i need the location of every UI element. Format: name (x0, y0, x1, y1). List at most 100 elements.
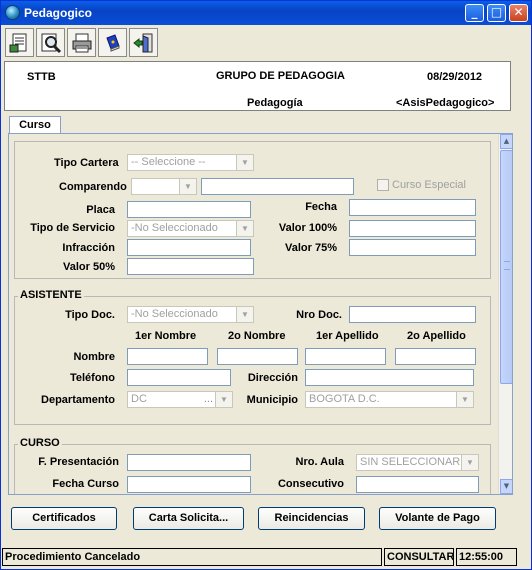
title-bar[interactable]: Pedagogico _ □ ✕ (1, 1, 531, 25)
reincidencias-button[interactable]: Reincidencias (258, 507, 365, 530)
valor-100-input[interactable] (349, 220, 476, 237)
tipo-doc-select[interactable]: -No Seleccionado ▼ (127, 306, 254, 323)
window-title: Pedagogico (24, 6, 93, 20)
nombre-label: Nombre (73, 351, 115, 363)
scroll-down-arrow-icon[interactable]: ▼ (500, 479, 512, 494)
tipo-servicio-value: -No Seleccionado (131, 222, 218, 234)
municipio-value: BOGOTA D.C. (309, 393, 380, 405)
col-header-1er-apellido: 1er Apellido (316, 330, 379, 342)
search-magnifier-icon[interactable] (36, 28, 65, 57)
tipo-doc-value: -No Seleccionado (131, 308, 218, 320)
telefono-input[interactable] (127, 369, 231, 386)
consecutivo-label: Consecutivo (277, 478, 344, 490)
fecha-label: Fecha (305, 201, 337, 213)
comparendo-select[interactable]: ▼ (131, 178, 197, 195)
asistente-group: ASISTENTE Tipo Doc. -No Seleccionado ▼ N… (14, 289, 491, 425)
header-org: STTB (27, 71, 56, 83)
col-header-1er-nombre: 1er Nombre (135, 330, 197, 342)
segundo-apellido-input[interactable] (395, 348, 476, 365)
main-window: Pedagogico _ □ ✕ STTB GRUPO DE PEDAGOGIA… (0, 0, 532, 570)
close-button[interactable]: ✕ (509, 4, 528, 22)
tab-curso[interactable]: Curso (9, 116, 61, 134)
curso-title: CURSO (18, 437, 62, 449)
status-mode: CONSULTAR (384, 548, 454, 566)
valor-75-input[interactable] (349, 239, 476, 256)
certificados-button[interactable]: Certificados (11, 507, 117, 530)
departamento-select[interactable]: DC ... ▼ (127, 391, 233, 408)
nro-aula-select[interactable]: SIN SELECCIONAR ▼ (356, 454, 479, 471)
segundo-nombre-input[interactable] (217, 348, 298, 365)
fecha-curso-label: Fecha Curso (52, 478, 119, 490)
municipio-select[interactable]: BOGOTA D.C. ▼ (305, 391, 474, 408)
asistente-title: ASISTENTE (18, 289, 84, 301)
minimize-button[interactable]: _ (465, 4, 484, 22)
main-form-group: Tipo Cartera -- Seleccione -- ▼ Comparen… (14, 141, 491, 279)
valor-100-label: Valor 100% (278, 222, 337, 234)
scroll-up-arrow-icon[interactable]: ▲ (500, 134, 512, 149)
form-document-icon[interactable] (5, 28, 34, 57)
tipo-cartera-select[interactable]: -- Seleccione -- ▼ (127, 154, 254, 171)
nro-doc-label: Nro Doc. (296, 309, 342, 321)
tipo-cartera-label: Tipo Cartera (54, 157, 119, 169)
print-icon[interactable] (67, 28, 96, 57)
chevron-down-icon[interactable]: ▼ (236, 221, 253, 236)
placa-label: Placa (86, 204, 115, 216)
infraccion-input[interactable] (127, 239, 251, 256)
direccion-input[interactable] (305, 369, 474, 386)
status-message: Procedimiento Cancelado (2, 548, 382, 566)
chevron-down-icon[interactable]: ▼ (179, 179, 196, 194)
volante-pago-button[interactable]: Volante de Pago (379, 507, 496, 530)
maximize-button[interactable]: □ (487, 4, 506, 22)
header-date: 08/29/2012 (427, 71, 483, 83)
nro-doc-input[interactable] (349, 306, 476, 323)
f-presentacion-label: F. Presentación (38, 456, 119, 468)
chevron-down-icon[interactable]: ▼ (461, 455, 478, 470)
tipo-servicio-select[interactable]: -No Seleccionado ▼ (127, 220, 254, 237)
municipio-label: Municipio (246, 394, 298, 406)
fecha-curso-input[interactable] (127, 476, 251, 493)
header-panel: STTB GRUPO DE PEDAGOGIA 08/29/2012 Pedag… (4, 61, 511, 111)
chevron-down-icon[interactable]: ▼ (456, 392, 473, 407)
consecutivo-input[interactable] (356, 476, 479, 493)
primer-nombre-input[interactable] (127, 348, 208, 365)
placa-input[interactable] (127, 201, 251, 218)
nro-aula-label: Nro. Aula (295, 456, 345, 468)
comparendo-input[interactable] (201, 178, 354, 195)
departamento-value: DC (131, 393, 147, 405)
tipo-doc-label: Tipo Doc. (65, 309, 115, 321)
direccion-label: Dirección (247, 372, 298, 384)
col-header-2o-nombre: 2o Nombre (228, 330, 286, 342)
curso-especial-checkbox[interactable] (377, 179, 389, 191)
fecha-input[interactable] (349, 199, 476, 216)
curso-especial-label: Curso Especial (392, 179, 466, 191)
col-header-2o-apellido: 2o Apellido (407, 330, 466, 342)
chevron-down-icon[interactable]: ▼ (236, 155, 253, 170)
app-globe-icon (5, 5, 20, 20)
header-title: GRUPO DE PEDAGOGIA (216, 70, 345, 82)
nro-aula-value: SIN SELECCIONAR (360, 456, 461, 468)
valor-75-label: Valor 75% (285, 242, 337, 254)
chevron-down-icon[interactable]: ▼ (215, 392, 232, 407)
valor-50-input[interactable] (127, 258, 254, 275)
toolbar (5, 27, 161, 59)
ellipsis-icon: ... (203, 393, 213, 405)
carta-solicita-button[interactable]: Carta Solicita... (133, 507, 244, 530)
infraccion-label: Infracción (62, 242, 115, 254)
primer-apellido-input[interactable] (305, 348, 386, 365)
valor-50-label: Valor 50% (63, 261, 115, 273)
vertical-scrollbar[interactable]: ▲ ▼ (498, 134, 512, 494)
scroll-thumb[interactable] (500, 150, 512, 384)
tab-content: Tipo Cartera -- Seleccione -- ▼ Comparen… (8, 133, 513, 495)
tipo-cartera-value: -- Seleccione -- (131, 156, 206, 168)
exit-door-icon[interactable] (129, 28, 158, 57)
comparendo-label: Comparendo (59, 181, 127, 193)
book-icon[interactable] (98, 28, 127, 57)
header-subtitle: Pedagogía (247, 97, 303, 109)
header-module: <AsisPedagogico> (396, 97, 495, 109)
tipo-servicio-label: Tipo de Servicio (30, 222, 115, 234)
chevron-down-icon[interactable]: ▼ (236, 307, 253, 322)
curso-group: CURSO F. Presentación Nro. Aula SIN SELE… (14, 437, 491, 494)
departamento-label: Departamento (41, 394, 115, 406)
status-time: 12:55:00 (456, 548, 517, 566)
f-presentacion-input[interactable] (127, 454, 251, 471)
